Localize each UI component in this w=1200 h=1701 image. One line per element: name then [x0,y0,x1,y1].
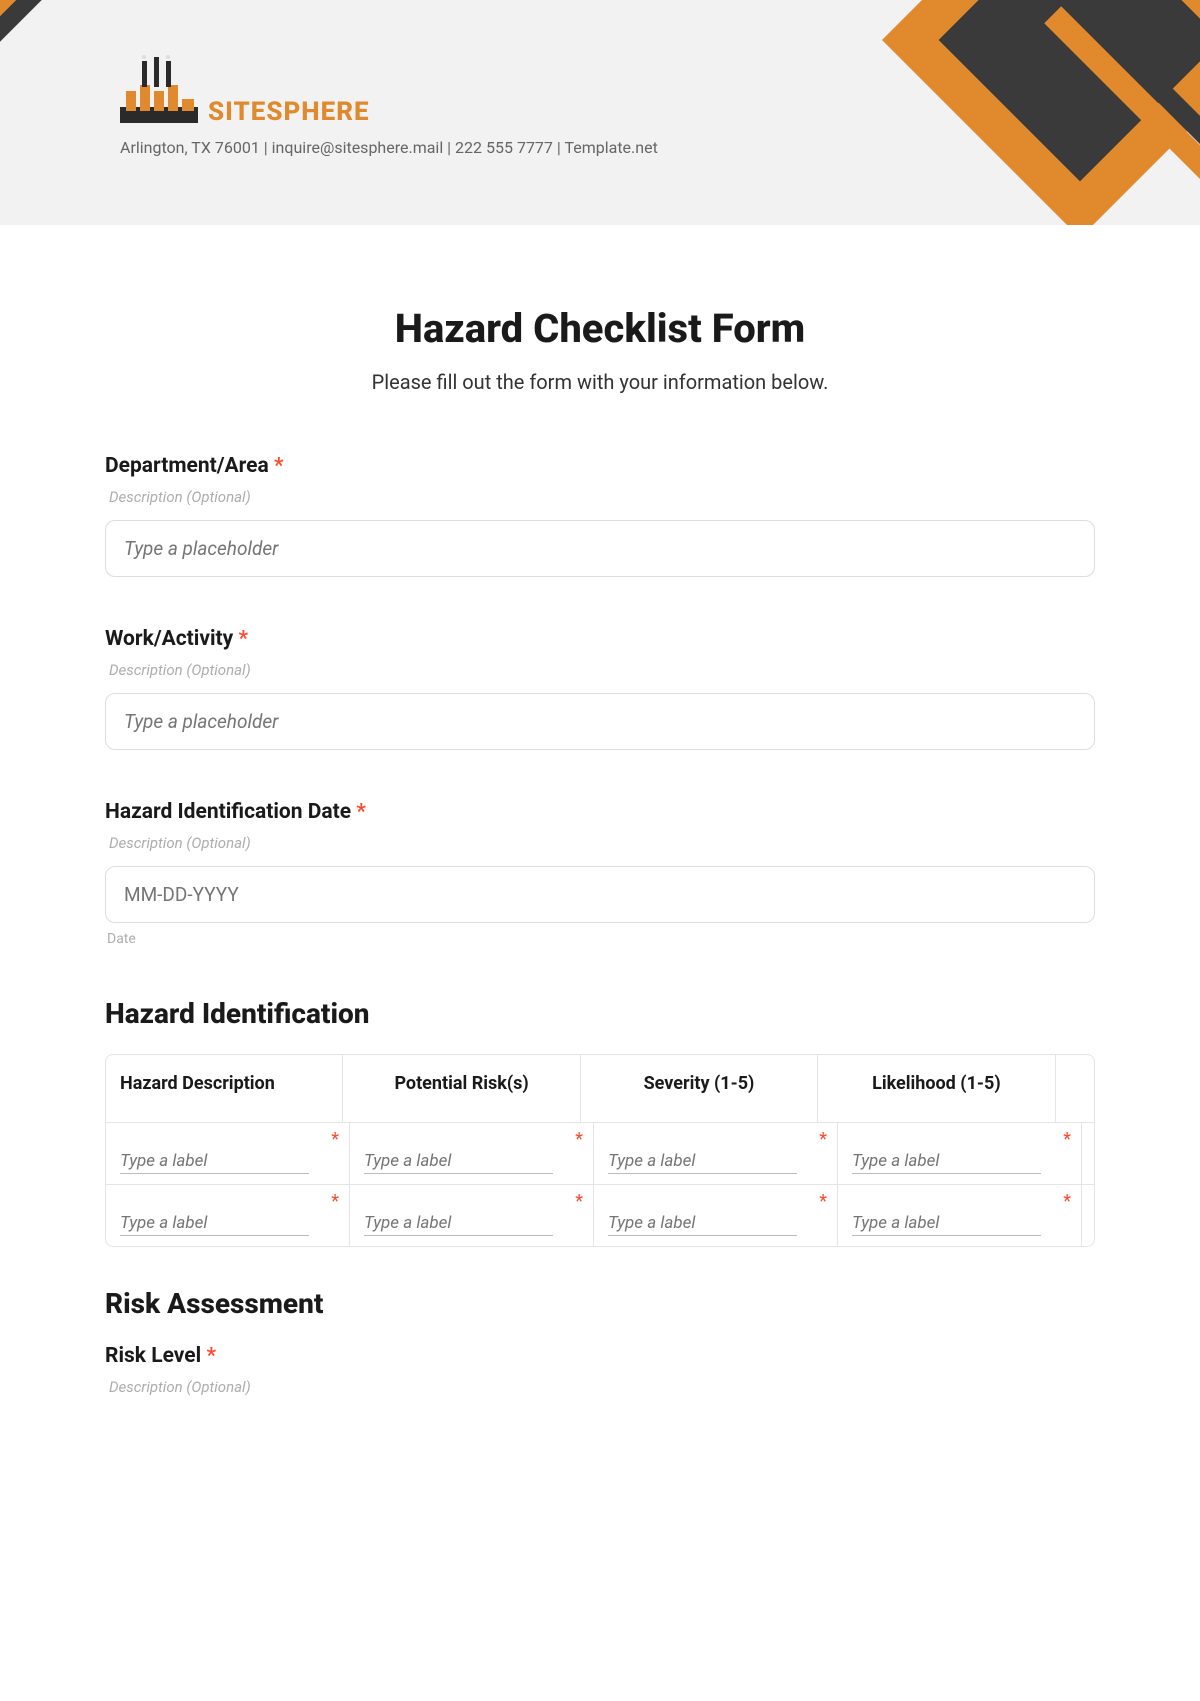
required-mark: * [238,627,248,651]
work-input[interactable] [105,693,1095,750]
page-subtitle: Please fill out the form with your infor… [105,370,1095,394]
severity-input[interactable] [608,1209,797,1236]
header-banner: SITESPHERE Arlington, TX 76001 | inquire… [0,0,1200,225]
required-mark: * [819,1191,827,1212]
risk-level-label: Risk Level * [105,1344,1095,1368]
col-likelihood: Likelihood (1-5) [818,1055,1055,1122]
required-mark: * [1063,1129,1071,1150]
hazard-section-heading: Hazard Identification [105,997,1095,1030]
required-mark: * [819,1129,827,1150]
field-risk-level: Risk Level * Description (Optional) [105,1344,1095,1396]
form-content: Hazard Checklist Form Please fill out th… [0,225,1200,1486]
date-label: Hazard Identification Date * [105,800,1095,824]
required-mark: * [575,1191,583,1212]
required-mark: * [1063,1191,1071,1212]
brand-name: SITESPHERE [208,97,370,127]
hazard-desc-input[interactable] [120,1147,309,1174]
col-spacer [1056,1055,1094,1122]
date-input[interactable] [105,866,1095,923]
likelihood-input[interactable] [852,1147,1041,1174]
work-label: Work/Activity * [105,627,1095,651]
risk-input[interactable] [364,1209,553,1236]
contact-info: Arlington, TX 76001 | inquire@sitesphere… [120,138,658,157]
department-label: Department/Area * [105,454,1095,478]
likelihood-input[interactable] [852,1209,1041,1236]
work-description: Description (Optional) [109,661,1095,679]
table-header-row: Hazard Description Potential Risk(s) Sev… [106,1055,1094,1122]
date-description: Description (Optional) [109,834,1095,852]
col-potential-risks: Potential Risk(s) [343,1055,580,1122]
decoration-top-right [760,0,1200,225]
severity-input[interactable] [608,1147,797,1174]
required-mark: * [356,800,366,824]
department-input[interactable] [105,520,1095,577]
page-title: Hazard Checklist Form [105,305,1095,352]
required-mark: * [206,1344,216,1368]
factory-icon [120,55,198,127]
table-row: * * * * [106,1122,1094,1184]
col-severity: Severity (1-5) [581,1055,818,1122]
col-hazard-description: Hazard Description [106,1055,343,1122]
required-mark: * [331,1191,339,1212]
table-row: * * * * [106,1184,1094,1246]
required-mark: * [575,1129,583,1150]
row-spacer [1082,1123,1094,1184]
required-mark: * [274,454,284,478]
field-hazard-date: Hazard Identification Date * Description… [105,800,1095,947]
logo-block: SITESPHERE [120,55,370,127]
risk-section-heading: Risk Assessment [105,1287,1095,1320]
required-mark: * [331,1129,339,1150]
field-work-activity: Work/Activity * Description (Optional) [105,627,1095,750]
row-spacer [1082,1185,1094,1246]
hazard-table: Hazard Description Potential Risk(s) Sev… [105,1054,1095,1247]
risk-level-description: Description (Optional) [109,1378,1095,1396]
field-department: Department/Area * Description (Optional) [105,454,1095,577]
department-description: Description (Optional) [109,488,1095,506]
date-sublabel: Date [107,931,1095,947]
hazard-desc-input[interactable] [120,1209,309,1236]
risk-input[interactable] [364,1147,553,1174]
